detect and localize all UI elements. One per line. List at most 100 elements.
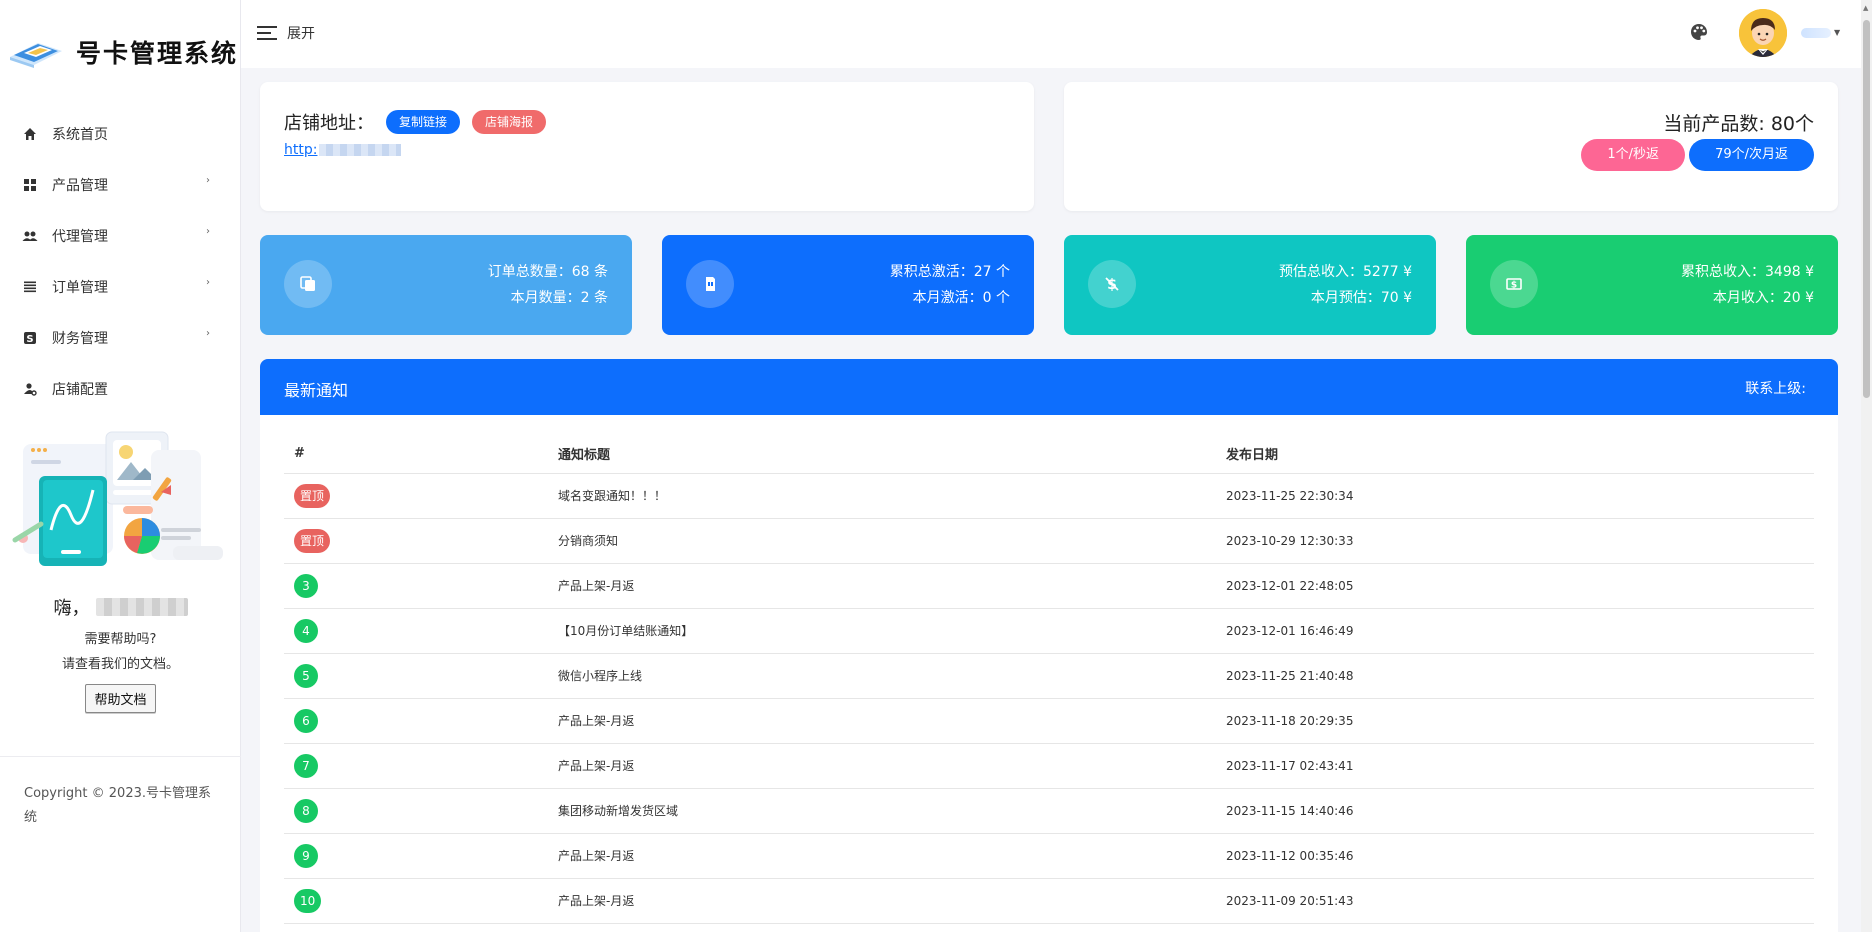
scrollbar-thumb[interactable] <box>1863 20 1870 398</box>
stat-card-estimated-income[interactable]: $ 预估总收入：5277 ¥ 本月预估：70 ¥ <box>1064 235 1436 335</box>
sidebar-item-agents[interactable]: 代理管理 › <box>0 210 240 261</box>
sidebar-item-label: 系统首页 <box>52 126 108 143</box>
sidebar-item-products[interactable]: 产品管理 › <box>0 159 240 210</box>
product-count: 当前产品数: 80个 <box>1663 113 1814 135</box>
sim-card-icon <box>686 260 734 308</box>
greeting-text: 嗨， <box>53 598 90 619</box>
stat-month-orders: 本月数量：2 条 <box>510 290 608 306</box>
notice-title-cell[interactable]: 产品上架-月返 <box>548 833 1216 879</box>
table-row[interactable]: 10 产品上架-月返 2023-11-09 20:51:43 <box>284 878 1814 924</box>
help-docs-button[interactable]: 帮助文档 <box>85 684 156 713</box>
stat-estimated-month: 本月预估：70 ¥ <box>1310 290 1412 306</box>
chevron-right-icon: › <box>206 277 210 288</box>
sidebar-item-finance[interactable]: S 财务管理 › <box>0 312 240 363</box>
sidebar-toggle-button[interactable]: 展开 <box>257 23 315 43</box>
stat-total-activations: 累积总激活：27 个 <box>889 264 1010 280</box>
shop-poster-button[interactable]: 店铺海报 <box>472 110 547 134</box>
blurred-user-menu[interactable] <box>1801 28 1831 38</box>
sidebar-item-home[interactable]: 系统首页 <box>0 108 240 159</box>
scroll-up-arrow-icon[interactable]: ▲ <box>1863 4 1868 12</box>
contact-superior[interactable]: 联系上级: <box>1745 378 1806 398</box>
notice-title-cell[interactable]: 微信小程序上线 <box>548 653 1216 699</box>
table-row[interactable]: 5 微信小程序上线 2023-11-25 21:40:48 <box>284 653 1814 699</box>
pinned-badge: 置顶 <box>294 528 331 553</box>
stat-card-income[interactable]: $ 累积总收入：3498 ¥ 本月收入：20 ¥ <box>1466 235 1838 335</box>
notice-date-cell: 2023-11-18 20:29:35 <box>1216 698 1814 744</box>
caret-down-icon[interactable]: ▼ <box>1834 28 1840 37</box>
help-promo: 嗨， 需要帮助吗? 请查看我们的文档。 帮助文档 <box>0 420 241 713</box>
index-badge: 3 <box>294 573 318 598</box>
sidebar-item-orders[interactable]: 订单管理 › <box>0 261 240 312</box>
app-logo[interactable]: 号卡管理系统 <box>0 0 240 104</box>
row-index-cell: 8 <box>284 788 548 834</box>
notice-title-cell[interactable]: 产品上架-月返 <box>548 698 1216 744</box>
shop-url-prefix: http: <box>284 142 318 158</box>
notice-date-cell: 2023-11-12 00:35:46 <box>1216 833 1814 879</box>
blurred-username <box>95 598 188 616</box>
svg-text:S: S <box>26 334 33 345</box>
row-index-cell: 4 <box>284 608 548 654</box>
stat-card-orders[interactable]: 订单总数量：68 条 本月数量：2 条 <box>260 235 632 335</box>
table-row[interactable]: 8 集团移动新增发货区域 2023-11-15 14:40:46 <box>284 788 1814 834</box>
index-badge: 4 <box>294 618 318 643</box>
column-header-date: 发布日期 <box>1216 435 1814 474</box>
stat-card-activations[interactable]: 累积总激活：27 个 本月激活：0 个 <box>662 235 1034 335</box>
notice-title-cell[interactable]: 域名变跟通知！！！ <box>548 473 1216 519</box>
dollar-slash-icon: $ <box>1088 260 1136 308</box>
palette-icon[interactable] <box>1689 22 1709 46</box>
index-badge: 7 <box>294 753 318 778</box>
table-row[interactable]: 置顶 分销商须知 2023-10-29 12:30:33 <box>284 518 1814 564</box>
copy-link-button[interactable]: 复制链接 <box>386 110 461 134</box>
index-badge: 5 <box>294 663 318 688</box>
sidebar-divider <box>0 756 241 757</box>
sidebar-toggle-label: 展开 <box>287 26 315 42</box>
chevron-right-icon: › <box>206 175 210 186</box>
sidebar-item-shop-config[interactable]: 店铺配置 <box>0 363 240 414</box>
column-header-title: 通知标题 <box>548 435 1216 474</box>
notice-date-cell: 2023-11-25 21:40:48 <box>1216 653 1814 699</box>
table-row[interactable]: 6 产品上架-月返 2023-11-18 20:29:35 <box>284 698 1814 744</box>
monthly-return-button[interactable]: 79个/次月返 <box>1689 139 1814 171</box>
help-question: 需要帮助吗? <box>84 632 157 647</box>
page-scrollbar[interactable]: ▲ <box>1861 0 1872 932</box>
user-avatar[interactable] <box>1739 9 1787 57</box>
menu-icon <box>257 26 277 40</box>
copy-icon <box>284 260 332 308</box>
table-row[interactable]: 置顶 域名变跟通知！！！ 2023-11-25 22:30:34 <box>284 473 1814 519</box>
stat-total-orders: 订单总数量：68 条 <box>487 264 608 280</box>
index-badge: 8 <box>294 798 318 823</box>
row-index-cell: 置顶 <box>284 473 548 519</box>
second-return-button[interactable]: 1个/秒返 <box>1581 139 1686 171</box>
table-row[interactable]: 3 产品上架-月返 2023-12-01 22:48:05 <box>284 563 1814 609</box>
notice-title-cell[interactable]: 产品上架-月返 <box>548 563 1216 609</box>
dollar-icon: S <box>22 330 38 346</box>
notice-title-cell[interactable]: 产品上架-月返 <box>548 743 1216 789</box>
index-badge: 6 <box>294 708 318 733</box>
product-count-card: 当前产品数: 80个 1个/秒返 79个/次月返 <box>1064 82 1838 211</box>
sidebar-item-label: 订单管理 <box>52 279 108 296</box>
grid-icon <box>22 177 38 193</box>
table-row[interactable]: 7 产品上架-月返 2023-11-17 02:43:41 <box>284 743 1814 789</box>
users-icon <box>22 228 38 244</box>
notice-date-cell: 2023-11-15 14:40:46 <box>1216 788 1814 834</box>
notice-date-cell: 2023-12-01 16:46:49 <box>1216 608 1814 654</box>
sidebar-nav: 系统首页 产品管理 › 代理管理 › 订单管理 › S 财务管理 › 店铺配置 <box>0 108 240 414</box>
stat-total-income: 累积总收入：3498 ¥ <box>1681 264 1814 280</box>
notice-title-cell[interactable]: 集团移动新增发货区域 <box>548 788 1216 834</box>
shop-url-link[interactable]: http: <box>284 142 402 158</box>
row-index-cell: 6 <box>284 698 548 744</box>
stat-month-income: 本月收入：20 ¥ <box>1712 290 1814 306</box>
row-index-cell: 7 <box>284 743 548 789</box>
logo-icon <box>8 35 64 69</box>
table-row[interactable]: 9 产品上架-月返 2023-11-12 00:35:46 <box>284 833 1814 879</box>
app-name: 号卡管理系统 <box>76 39 239 68</box>
table-row[interactable]: 4 【10月份订单结账通知】 2023-12-01 16:46:49 <box>284 608 1814 654</box>
notice-date-cell: 2023-11-17 02:43:41 <box>1216 743 1814 789</box>
notice-title-cell[interactable]: 【10月份订单结账通知】 <box>548 608 1216 654</box>
stat-estimated-total: 预估总收入：5277 ¥ <box>1279 264 1412 280</box>
notice-title-cell[interactable]: 产品上架-月返 <box>548 878 1216 924</box>
chevron-right-icon: › <box>206 226 210 237</box>
notice-title-cell[interactable]: 分销商须知 <box>548 518 1216 564</box>
list-icon <box>22 279 38 295</box>
sidebar-item-label: 产品管理 <box>52 177 108 194</box>
